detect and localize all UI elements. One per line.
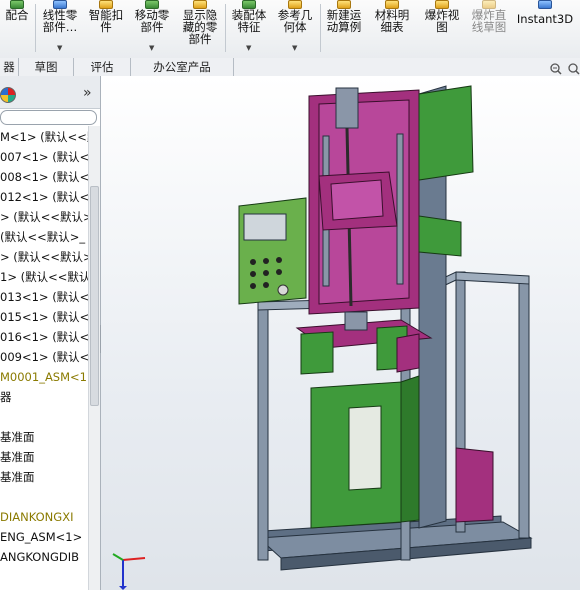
tab-evaluate[interactable]: 评估: [74, 58, 131, 76]
dropdown-arrow-icon[interactable]: ▼: [292, 44, 297, 52]
tree-filter-input[interactable]: [0, 110, 97, 125]
tree-item[interactable]: 009<1> (默认<: [0, 348, 89, 366]
tree-item[interactable]: 基准面: [0, 448, 35, 466]
tree-item[interactable]: 013<1> (默认<: [0, 288, 89, 306]
toolbar-separator: [320, 4, 321, 52]
exploded-view-button[interactable]: 爆炸视 图: [420, 0, 464, 58]
graphics-area[interactable]: [101, 76, 580, 590]
feature-manager-panel: » M<1> (默认<<默 007<1> (默认< 008<1> (默认< 012<1…: [0, 76, 101, 590]
tree-item[interactable]: ANGKONGDIB: [0, 548, 79, 566]
tree-item[interactable]: 012<1> (默认<: [0, 188, 89, 206]
move-component-button[interactable]: 移动零 部件 ▼: [130, 0, 174, 58]
toolbar-separator: [225, 4, 226, 52]
instant3d-button[interactable]: Instant3D: [514, 0, 576, 58]
zoom-to-fit-icon[interactable]: [550, 63, 562, 75]
tree-item[interactable]: > (默认<<默认>: [0, 208, 93, 226]
upper-green-side-panel: [418, 85, 474, 257]
control-panel-box[interactable]: [238, 197, 307, 305]
tree-item[interactable]: DIANKONGXI: [0, 508, 73, 526]
tree-item[interactable]: 016<1> (默认<: [0, 328, 89, 346]
tree-item[interactable]: 器: [0, 388, 12, 406]
tree-item[interactable]: 1> (默认<<默认: [0, 268, 90, 286]
smart-fastener-button[interactable]: 智能扣 件: [85, 0, 127, 58]
panel-header: »: [0, 76, 100, 109]
machine-model[interactable]: [101, 76, 580, 590]
tab-office-products[interactable]: 办公室产品: [131, 58, 234, 76]
tree-item[interactable]: M<1> (默认<<默: [0, 128, 98, 146]
dropdown-arrow-icon[interactable]: ▼: [149, 44, 154, 52]
tree-item[interactable]: > (默认<<默认>: [0, 248, 93, 266]
assembly-feature-button[interactable]: 装配体 特征 ▼: [227, 0, 271, 58]
lower-green-housing: [310, 375, 420, 529]
command-manager-toolbar: 配合 线性零 部件… ▼ 智能扣 件 移动零 部件 ▼ 显示隐 藏的零 部件 装…: [0, 0, 580, 59]
show-hidden-components-button[interactable]: 显示隐 藏的零 部件: [177, 0, 223, 58]
tree-item[interactable]: M0001_ASM<1: [0, 368, 87, 386]
command-manager-tabs: 器 草图 评估 办公室产品: [0, 58, 580, 77]
bill-of-materials-button[interactable]: 材料明 细表: [370, 0, 414, 58]
new-motion-study-button[interactable]: 新建运 动算例: [322, 0, 366, 58]
tab-sketch[interactable]: 草图: [19, 58, 74, 76]
explode-line-sketch-button[interactable]: 爆炸直 线草图: [466, 0, 512, 58]
linear-pattern-button[interactable]: 线性零 部件… ▼: [37, 0, 83, 58]
mate-button[interactable]: 配合: [0, 0, 34, 58]
dropdown-arrow-icon[interactable]: ▼: [246, 44, 251, 52]
toolbar-separator: [35, 4, 36, 52]
axis-triad-icon: [112, 553, 146, 590]
collapse-panel-icon[interactable]: »: [83, 86, 92, 100]
tree-item[interactable]: 015<1> (默认<: [0, 308, 89, 326]
tree-item[interactable]: (默认<<默认>_: [0, 228, 85, 246]
tree-item[interactable]: 基准面: [0, 428, 35, 446]
tree-item[interactable]: 007<1> (默认<: [0, 148, 89, 166]
view-tools: [550, 63, 580, 75]
tab-assembly[interactable]: 器: [0, 58, 19, 76]
vertical-scrollbar[interactable]: [88, 126, 100, 590]
tree-item[interactable]: ENG_ASM<1>: [0, 528, 82, 546]
display-manager-icon[interactable]: [0, 87, 16, 103]
scrollbar-thumb[interactable]: [90, 186, 99, 406]
dropdown-arrow-icon[interactable]: ▼: [57, 44, 62, 52]
tree-item[interactable]: 基准面: [0, 468, 35, 486]
zoom-area-icon[interactable]: [568, 63, 580, 75]
instant3d-icon: [538, 0, 552, 9]
slide-carriage: [318, 171, 398, 231]
tree-item[interactable]: 008<1> (默认<: [0, 168, 89, 186]
reference-geometry-button[interactable]: 参考几 何体 ▼: [273, 0, 317, 58]
